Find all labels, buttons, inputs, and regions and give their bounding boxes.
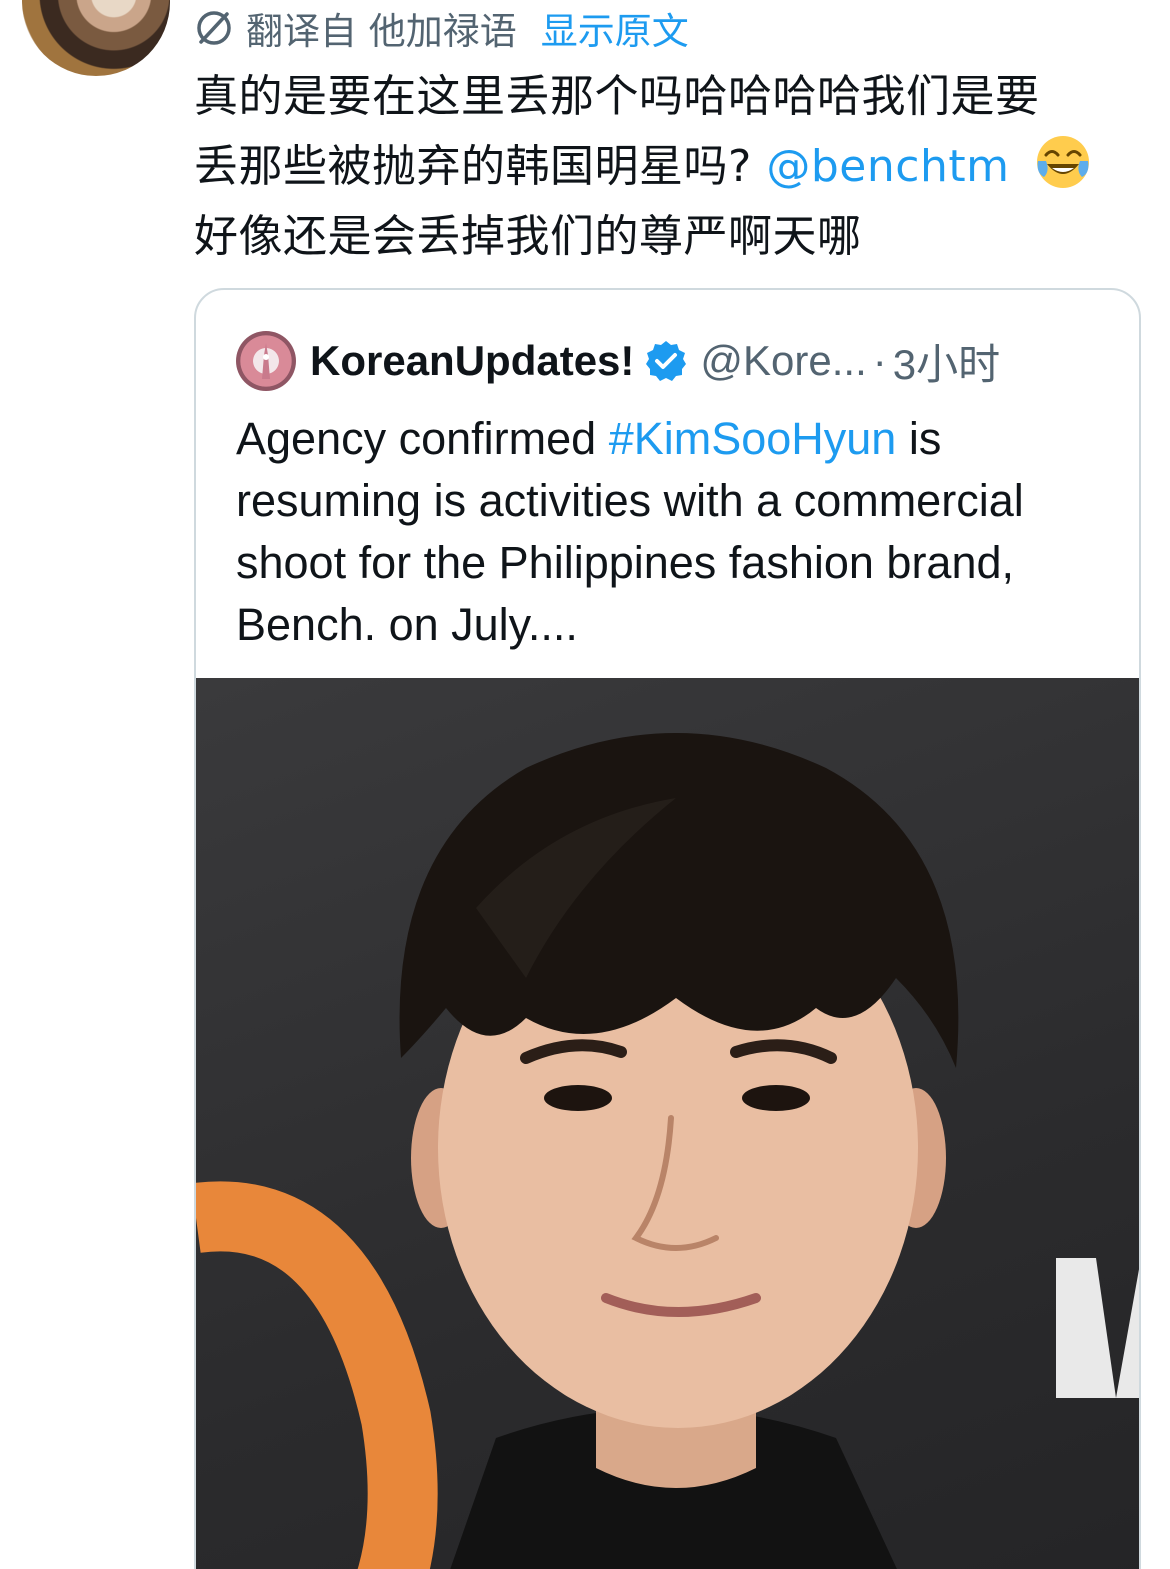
tweet-line: 好像还是会丢掉我们的尊严啊天哪	[194, 211, 862, 262]
quoted-tweet-time[interactable]: 3小时	[893, 331, 1000, 392]
tweet-text: 真的是要在这里丢那个吗哈哈哈哈我们是要 丢那些被抛弃的韩国明星吗? @bench…	[194, 62, 1144, 272]
quoted-user-handle[interactable]: @Kore...	[700, 337, 866, 385]
quoted-tweet-text: Agency confirmed #KimSooHyun is resuming…	[236, 408, 1116, 656]
user-avatar[interactable]	[22, 0, 170, 76]
quoted-tweet-header: KoreanUpdates! @Kore... · 3小时	[236, 330, 1000, 392]
header-separator: ·	[872, 337, 887, 384]
tweet-line: 真的是要在这里丢那个吗哈哈哈哈我们是要	[194, 71, 1040, 122]
translate-icon	[197, 11, 231, 45]
show-original-link[interactable]: 显示原文	[541, 1, 689, 55]
tweet-page: 翻译自 他加禄语 显示原文 真的是要在这里丢那个吗哈哈哈哈我们是要 丢那些被抛弃…	[0, 0, 1170, 1569]
hashtag-link[interactable]: #KimSooHyun	[609, 413, 897, 464]
quoted-tweet-photo[interactable]	[196, 678, 1139, 1569]
tweet-line-text: 丢那些被抛弃的韩国明星吗?	[194, 141, 752, 192]
portrait-photo	[196, 733, 1139, 1569]
laughing-emoji-icon	[1036, 136, 1089, 188]
translation-label: 翻译自 他加禄语	[246, 10, 517, 53]
quoted-user-name[interactable]: KoreanUpdates!	[310, 337, 634, 385]
mention-link[interactable]: @benchtm	[766, 141, 1009, 192]
translation-bar: 翻译自 他加禄语 显示原文	[192, 1, 689, 55]
tweet-line: 丢那些被抛弃的韩国明星吗? @benchtm	[194, 132, 1144, 202]
quoted-user-avatar[interactable]	[236, 331, 296, 391]
quoted-tweet-card[interactable]: KoreanUpdates! @Kore... · 3小时 Agency con…	[194, 288, 1141, 1569]
tower-icon	[262, 343, 270, 379]
quoted-text-start: Agency confirmed	[236, 413, 609, 464]
verified-badge-icon	[646, 341, 687, 381]
